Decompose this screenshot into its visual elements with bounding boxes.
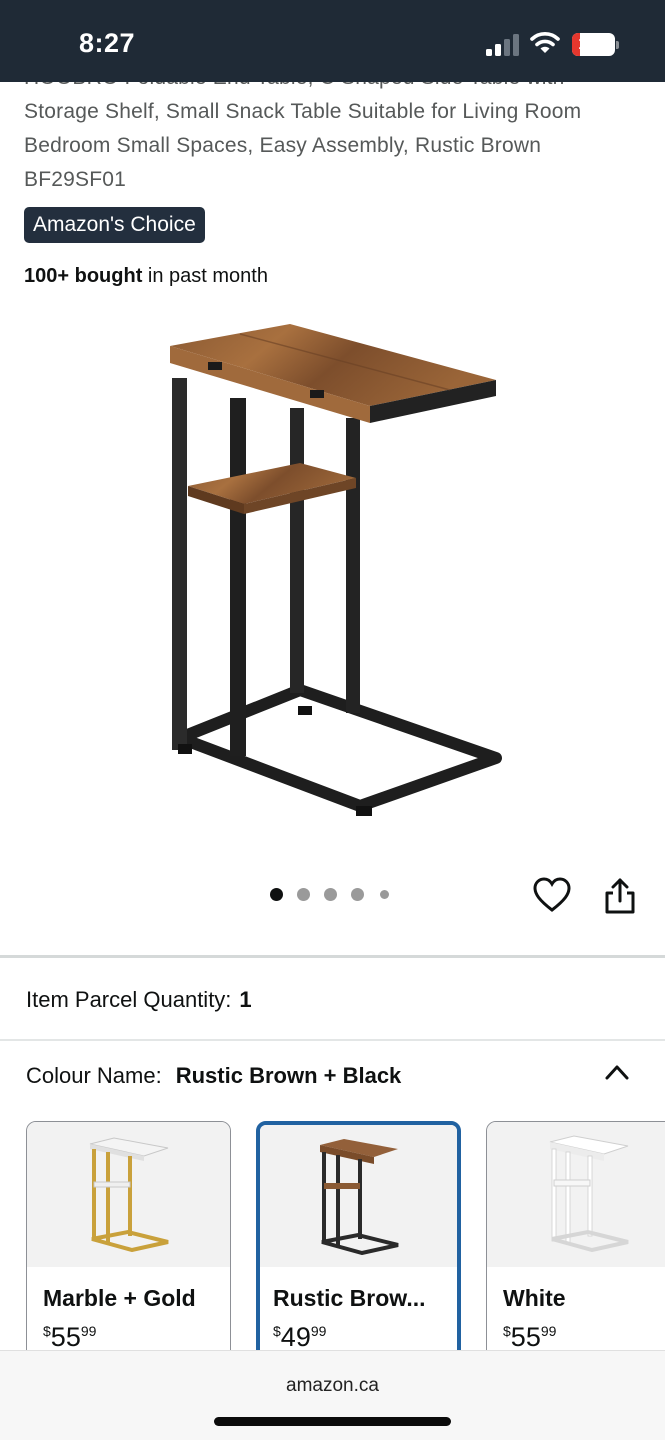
- rustic-brown-table-thumbnail: [319, 1139, 398, 1255]
- bought-count: 100+ bought: [24, 265, 143, 287]
- address-bar-url[interactable]: amazon.ca: [0, 1375, 665, 1397]
- colour-value: Rustic Brown + Black: [175, 1063, 402, 1088]
- white-table-thumbnail: [549, 1135, 628, 1252]
- colour-option-image: [487, 1122, 665, 1267]
- colour-option-white[interactable]: White $5599: [486, 1121, 665, 1361]
- colour-label: Colour Name:: [26, 1063, 162, 1088]
- colour-option-image: [27, 1122, 230, 1267]
- colour-option-image: [260, 1125, 457, 1267]
- colour-option-name: White: [503, 1285, 566, 1311]
- section-divider: [0, 955, 665, 958]
- share-icon[interactable]: [603, 877, 637, 915]
- colour-option-marble-gold[interactable]: Marble + Gold $5599: [26, 1121, 231, 1361]
- wifi-icon: [530, 32, 560, 53]
- carousel-dot[interactable]: [351, 888, 364, 901]
- browser-bottom-bar: amazon.ca: [0, 1350, 665, 1440]
- product-image[interactable]: [160, 318, 510, 828]
- colour-option-name: Rustic Brow...: [273, 1285, 426, 1311]
- home-indicator[interactable]: [214, 1417, 451, 1426]
- product-title-container: HOOBRO Foldable End Table, C Shaped Side…: [24, 82, 624, 200]
- colour-name-selector[interactable]: Colour Name: Rustic Brown + Black: [26, 1063, 401, 1089]
- battery-percent: 19⚡: [578, 34, 609, 53]
- carousel-dot[interactable]: [380, 890, 389, 899]
- marble-gold-table-thumbnail: [89, 1137, 168, 1252]
- colour-option-price: $4999: [273, 1322, 327, 1352]
- status-bar: 8:27 19⚡: [0, 0, 665, 82]
- carousel-dot[interactable]: [270, 888, 283, 901]
- amazons-choice-badge[interactable]: Amazon's Choice: [24, 207, 205, 243]
- section-divider: [0, 1039, 665, 1041]
- carousel-dot[interactable]: [297, 888, 310, 901]
- product-title[interactable]: HOOBRO Foldable End Table, C Shaped Side…: [24, 82, 624, 197]
- colour-option-price: $5599: [43, 1322, 97, 1352]
- carousel-dot[interactable]: [324, 888, 337, 901]
- cellular-signal-icon: [486, 34, 519, 56]
- colour-option-name: Marble + Gold: [43, 1285, 196, 1311]
- colour-option-price: $5599: [503, 1322, 557, 1352]
- bought-count-text: 100+ bought in past month: [24, 265, 268, 288]
- item-parcel-quantity: Item Parcel Quantity: 1: [26, 987, 252, 1013]
- heart-icon[interactable]: [533, 877, 571, 913]
- status-time: 8:27: [79, 28, 136, 58]
- chevron-up-icon[interactable]: [604, 1062, 630, 1082]
- parcel-value: 1: [239, 987, 252, 1012]
- battery-indicator: 19⚡: [572, 33, 620, 56]
- colour-option-rustic-brown[interactable]: Rustic Brow... $4999: [256, 1121, 461, 1361]
- parcel-label: Item Parcel Quantity:: [26, 987, 232, 1012]
- bought-period: in past month: [142, 265, 268, 287]
